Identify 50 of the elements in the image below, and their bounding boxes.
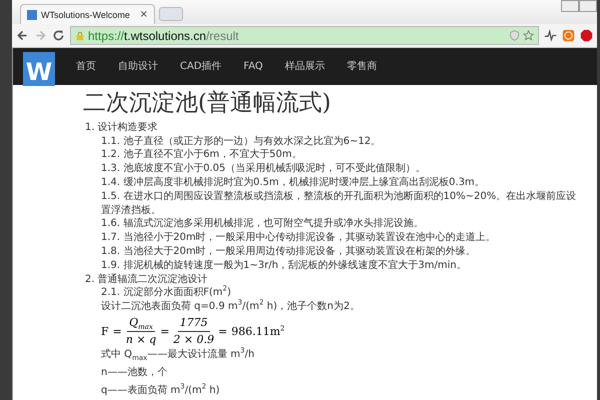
url-text: https://t.wtsolutions.cn/result — [88, 28, 240, 43]
lock-icon — [75, 30, 85, 41]
list-item: 1.3. 池底坡度不宜小于0.05（当采用机械刮吸泥时，可不受此值限制）。 — [100, 162, 427, 176]
formula-note: q——表面负荷 m$^{3}$/(m$^{2}$ h) — [100, 382, 221, 398]
forward-icon[interactable] — [34, 29, 47, 42]
back-icon[interactable] — [16, 29, 29, 42]
maximize-icon[interactable] — [579, 0, 597, 12]
fraction-denominator: n × q — [126, 332, 156, 346]
list-item: 2.1. 沉淀部分水面面积F(m$^{2}$) — [100, 286, 232, 300]
list-item: 设计二沉池表面负荷 q=0.9 m$^{3}$/(m$^{2}$ h)，池子个数n为2。 — [100, 300, 361, 314]
list-item: 1.4. 缓冲层高度非机械排泥时宜为0.5m，机械排泥时缓冲层上缘宜高出刮泥板0.3m。 — [100, 176, 486, 190]
formula-term: = — [218, 326, 228, 338]
site-logo[interactable]: W — [23, 52, 55, 86]
address-bar[interactable]: https://t.wtsolutions.cn/result — [70, 26, 539, 46]
site-favicon-icon — [27, 10, 37, 20]
page-title: 二次沉淀池(普通幅流式) — [83, 88, 332, 117]
nav-link[interactable]: 样品展示 — [274, 59, 336, 74]
list-item: 1.1. 池子直径（或正方形的一边）与有效水深之比宜为6~12。 — [100, 134, 382, 148]
pulse-icon[interactable] — [544, 29, 557, 42]
tab-title: WTsolutions-Welcome — [41, 10, 131, 20]
formula-note: n——池数，个 — [100, 366, 168, 380]
minimize-icon[interactable] — [561, 0, 579, 12]
shield-icon[interactable] — [509, 30, 520, 42]
browser-tab[interactable]: WTsolutions-Welcome × — [20, 4, 155, 24]
close-icon[interactable]: × — [140, 9, 148, 20]
list-item: 1.6. 辐流式沉淀池多采用机械排泥，也可附空气提升或净水头排泥设施。 — [100, 217, 424, 232]
nav-link[interactable]: 自助设计 — [107, 59, 169, 74]
formula-term: F — [101, 326, 109, 338]
formula-term: = — [112, 326, 122, 338]
fraction-numerator: 1775 — [178, 317, 210, 332]
new-tab-button[interactable] — [159, 7, 183, 22]
fraction-numerator: Q$_{max}$ — [127, 317, 155, 332]
formula-note: 式中 Q$_{max}$——最大设计流量 m$^{3}$/h — [100, 346, 256, 364]
list-item: 1.5. 在进水口的周围应设置整流板或挡流板，整流板的开孔面积为池断面积的10%~20%。在出水堰前应设置浮渣挡板。 — [100, 190, 578, 218]
stop-sign-icon[interactable] — [580, 29, 593, 42]
section-heading: 1. 设计构造要求 — [84, 120, 159, 135]
list-item: 1.7. 当池径小于20m时，一般采用中心传动排泥设备，其驱动装置设在池中心的走道上。 — [100, 231, 497, 246]
formula-term: = — [160, 326, 170, 338]
nav-link[interactable]: FAQ — [232, 60, 274, 72]
list-item: 1.9. 排泥机械的旋转速度一般为1~3r/h，刮泥板的外缘线速度不宜大于3m/min。 — [100, 258, 468, 273]
formula-term: 986.11m$^{2}$ — [231, 326, 285, 338]
list-item: 1.8. 当池径大于20m时，一般采用周边传动排泥设备，其驱动装置设在桁架的外缘。 — [100, 245, 477, 259]
reload-icon[interactable] — [52, 29, 65, 42]
section-heading: 2. 普通辐流二次沉淀池设计 — [84, 272, 209, 286]
nav-link[interactable]: CAD插件 — [169, 59, 233, 74]
fraction-denominator: 2 × 0.9 — [173, 332, 214, 346]
nav-link[interactable]: 首页 — [65, 59, 107, 74]
nav-link[interactable]: 零售商 — [336, 59, 388, 74]
list-item: 1.2. 池子直径不宜小于6m，不宜大于50m。 — [100, 148, 303, 162]
star-icon[interactable] — [523, 30, 534, 42]
